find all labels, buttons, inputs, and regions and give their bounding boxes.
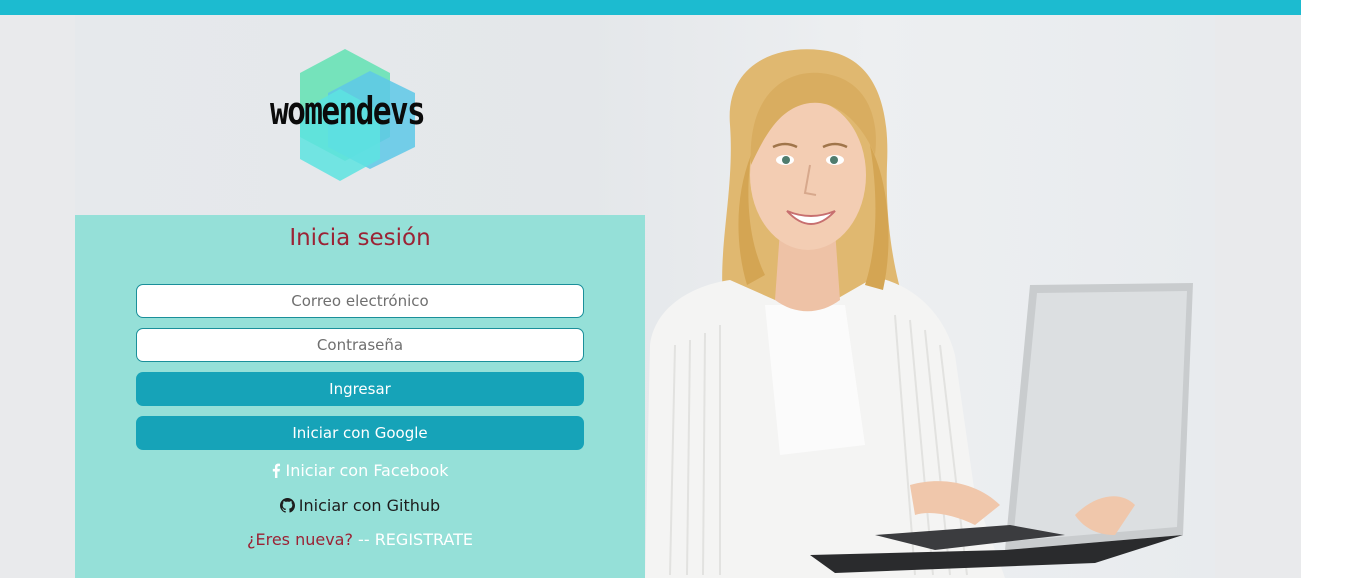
google-login-button[interactable]: Iniciar con Google (136, 416, 584, 450)
page-stage: womendevs Inicia sesión Ingresar Iniciar… (0, 15, 1301, 578)
facebook-login-link[interactable]: Iniciar con Facebook (75, 460, 645, 482)
password-input[interactable] (136, 328, 584, 362)
register-link[interactable]: REGISTRATE (375, 530, 473, 549)
facebook-icon (273, 463, 281, 478)
brand-logo: womendevs (270, 49, 455, 184)
top-accent-bar (0, 0, 1301, 15)
register-separator: -- (352, 530, 375, 549)
register-row: ¿Eres nueva? -- REGISTRATE (75, 529, 645, 551)
login-title: Inicia sesión (289, 225, 431, 251)
facebook-login-label: Iniciar con Facebook (285, 461, 449, 480)
login-panel: Inicia sesión Ingresar Iniciar con Googl… (75, 215, 645, 578)
github-icon (279, 498, 295, 513)
github-login-link[interactable]: Iniciar con Github (75, 495, 645, 517)
github-login-label: Iniciar con Github (298, 496, 441, 515)
register-question: ¿Eres nueva? (246, 530, 353, 549)
brand-logo-text: womendevs (270, 89, 426, 133)
page-margin (1301, 0, 1345, 578)
submit-button[interactable]: Ingresar (136, 372, 584, 406)
email-input[interactable] (136, 284, 584, 318)
